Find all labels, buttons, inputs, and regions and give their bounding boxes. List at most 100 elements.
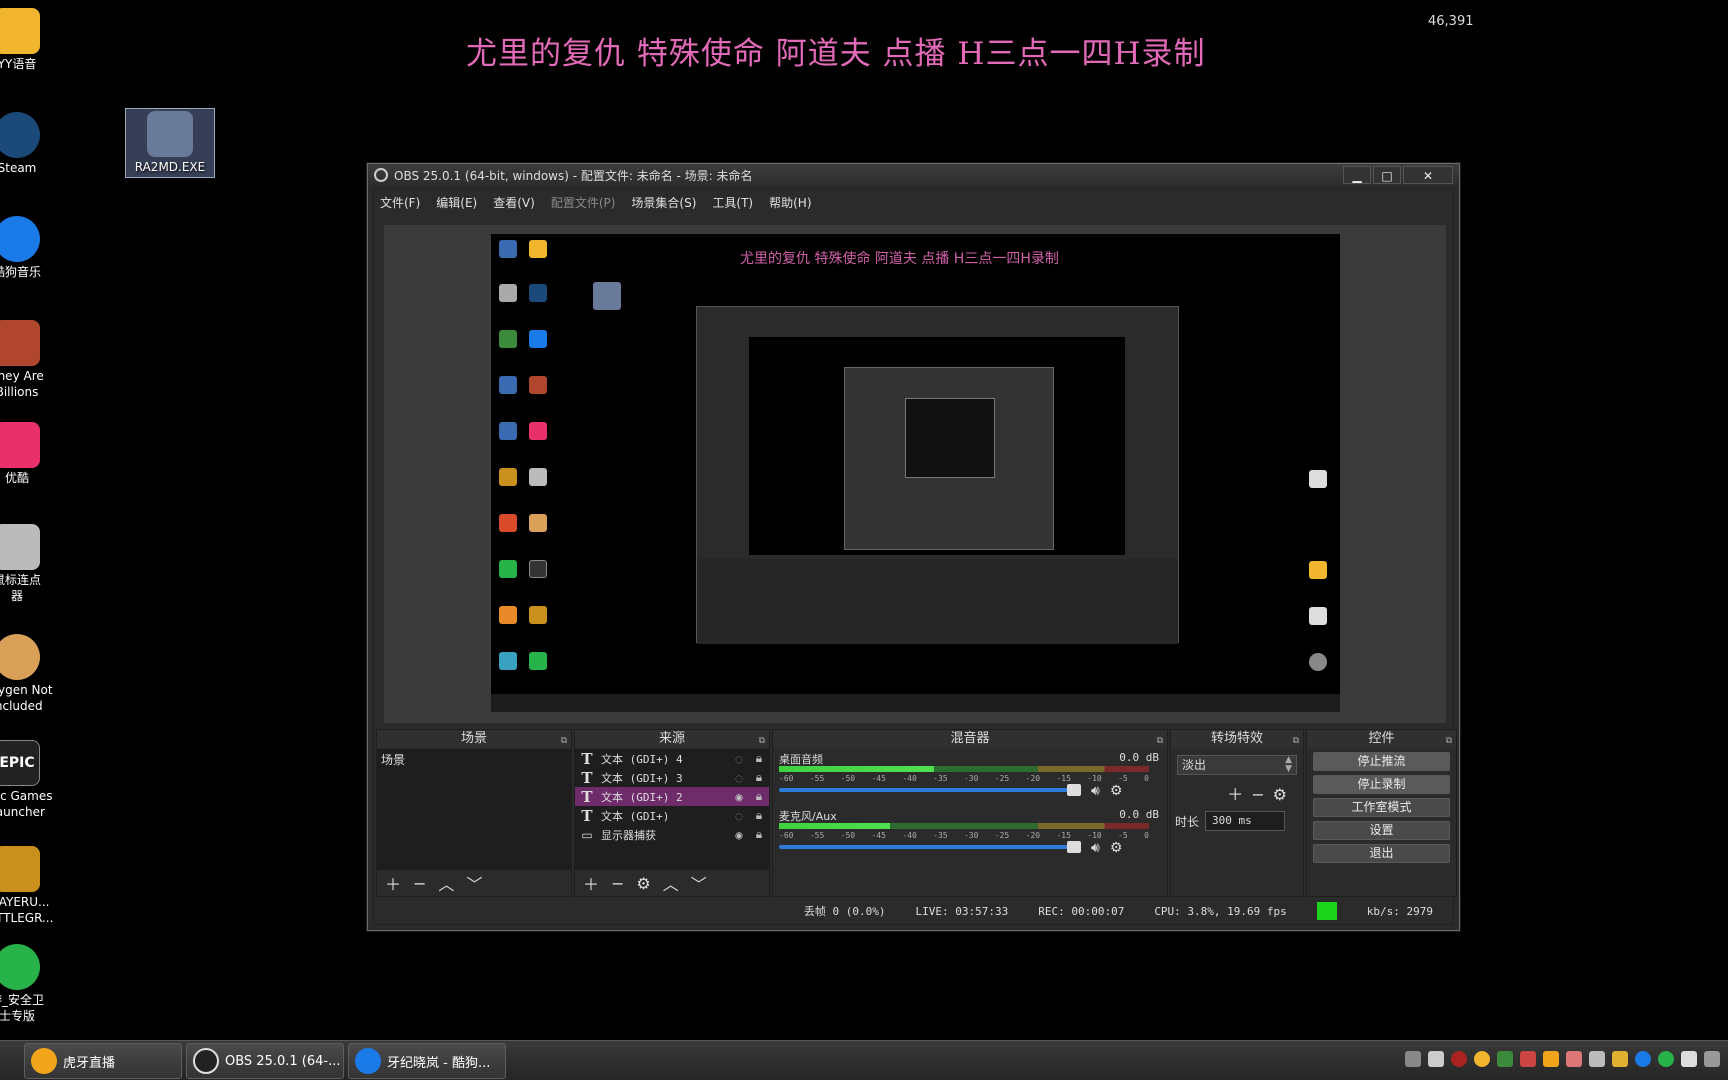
duration-input[interactable]: 300 ms (1205, 811, 1286, 831)
remove-icon[interactable]: − (611, 874, 624, 893)
obs-main: 文件(F) 编辑(E) 查看(V) 配置文件(P) 场景集合(S) 工具(T) … (373, 188, 1457, 925)
speaker-tray-icon[interactable] (1704, 1051, 1720, 1067)
visibility-hidden-icon[interactable]: ◌ (729, 771, 749, 785)
controls-undock-icon[interactable]: ⧉ (1446, 732, 1452, 750)
preview-desktop-icon (1309, 470, 1327, 488)
transition-select[interactable]: 淡出 ▲ ▼ (1177, 755, 1297, 775)
lock-icon[interactable]: 🔒︎ (749, 808, 769, 823)
gear-icon[interactable]: ⚙ (1110, 840, 1123, 856)
desktop-icon-mouse-clicker[interactable]: 鼠标连点 器 (0, 524, 62, 604)
minimize-button[interactable]: ▁ (1343, 166, 1371, 184)
move-up-icon[interactable]: ︿ (438, 871, 454, 895)
preview-desktop-icon (529, 514, 547, 532)
desktop-icon-kugou[interactable]: 酷狗音乐 (0, 216, 62, 280)
stop-streaming-button[interactable]: 停止推流 (1313, 752, 1450, 771)
desktop-icon-youku[interactable]: 优酷 (0, 422, 62, 486)
speaker-icon[interactable]: 🔊︎ (1091, 783, 1100, 799)
meter-scale: -60 -55 -50 -45 -40 -35 -30 -25 -20 -15 -10 -5 0 (779, 831, 1149, 840)
security-tray-icon[interactable] (1658, 1051, 1674, 1067)
menu-tools[interactable]: 工具(T) (712, 194, 753, 211)
pen-icon[interactable] (1428, 1051, 1444, 1067)
remove-icon[interactable]: − (1251, 785, 1272, 804)
preview-canvas[interactable]: 尤里的复仇 特殊使命 阿道夫 点播 H三点一四H录制 (491, 234, 1340, 712)
menu-file[interactable]: 文件(F) (380, 194, 420, 211)
studio-mode-button[interactable]: 工作室模式 (1313, 798, 1450, 817)
kugou-tray-icon[interactable] (1635, 1051, 1651, 1067)
scene-item[interactable]: 场景 (377, 749, 571, 770)
desktop-icon-yy[interactable]: YY语音 (0, 8, 62, 72)
lock-icon[interactable]: 🔒︎ (749, 751, 769, 766)
visibility-hidden-icon[interactable]: ◌ (729, 752, 749, 766)
menu-edit[interactable]: 编辑(E) (436, 194, 477, 211)
add-icon[interactable]: ＋ (583, 871, 599, 895)
scenes-dock-title: 场景 ⧉ (377, 730, 571, 748)
taskbar-kugou[interactable]: 牙纪晓岚 - 酷狗... (348, 1043, 506, 1079)
move-up-icon[interactable]: ︿ (663, 871, 679, 895)
taskbar-obs[interactable]: OBS 25.0.1 (64-... (186, 1043, 344, 1079)
lock-icon[interactable]: 🔒︎ (749, 770, 769, 785)
nvidia-icon[interactable] (1497, 1051, 1513, 1067)
menu-help[interactable]: 帮助(H) (769, 194, 811, 211)
desktop-icon-epic-games[interactable]: EPIC Epic Games Launcher (0, 740, 62, 820)
visibility-icon[interactable]: ◉ (729, 828, 749, 842)
menu-profile[interactable]: 配置文件(P) (551, 194, 616, 211)
preview-nested-obs-window (696, 306, 1179, 644)
source-item[interactable]: T 文本 (GDI+) 4 ◌ 🔒︎ (575, 749, 769, 768)
lock-icon[interactable]: 🔒︎ (749, 827, 769, 842)
maximize-button[interactable]: □ (1373, 166, 1401, 184)
gear-icon[interactable]: ⚙ (1273, 785, 1295, 804)
speaker-icon[interactable]: 🔊︎ (1091, 840, 1100, 856)
gear-icon[interactable]: ⚙ (636, 874, 650, 893)
add-icon[interactable]: ＋ (1227, 785, 1251, 804)
preview-desktop-icon (529, 468, 547, 486)
youku-icon (0, 422, 40, 468)
source-item[interactable]: T 文本 (GDI+) 3 ◌ 🔒︎ (575, 768, 769, 787)
obs-titlebar[interactable]: OBS 25.0.1 (64-bit, windows) - 配置文件: 未命名… (368, 164, 1459, 186)
stop-recording-button[interactable]: 停止录制 (1313, 775, 1450, 794)
preview-desktop-icon (499, 284, 517, 302)
text-icon: T (581, 768, 593, 787)
app-tray-icon[interactable] (1612, 1051, 1628, 1067)
yy-tray-icon[interactable] (1474, 1051, 1490, 1067)
mail-icon[interactable] (1589, 1051, 1605, 1067)
keyboard-icon[interactable] (1405, 1051, 1421, 1067)
volume-tray-icon[interactable] (1520, 1051, 1536, 1067)
source-item[interactable]: ▭ 显示器捕获 ◉ 🔒︎ (575, 825, 769, 844)
settings-button[interactable]: 设置 (1313, 821, 1450, 840)
desktop-icon-steam[interactable]: Steam (0, 112, 62, 176)
mixer-dock-title: 混音器 ⧉ (773, 730, 1167, 748)
visibility-icon[interactable]: ◉ (729, 790, 749, 804)
volume-slider-handle[interactable] (1067, 784, 1081, 796)
menu-scene-collection[interactable]: 场景集合(S) (631, 194, 696, 211)
huya-tray-icon[interactable] (1543, 1051, 1559, 1067)
desktop-icon-they-are-billions[interactable]: They Are Billions (0, 320, 62, 400)
live-timer: LIVE: 03:57:33 (915, 904, 1009, 918)
scenes-undock-icon[interactable]: ⧉ (561, 732, 567, 750)
source-item[interactable]: T 文本 (GDI+) ◌ 🔒︎ (575, 806, 769, 825)
taskbar-huya[interactable]: 虎牙直播 (24, 1043, 182, 1079)
volume-slider-handle[interactable] (1067, 841, 1081, 853)
desktop-icon-ra2md[interactable]: RA2MD.EXE (125, 108, 215, 178)
network-icon[interactable] (1681, 1051, 1697, 1067)
sources-undock-icon[interactable]: ⧉ (759, 732, 765, 750)
add-icon[interactable]: ＋ (385, 871, 401, 895)
transitions-undock-icon[interactable]: ⧉ (1293, 732, 1299, 750)
volume-slider[interactable] (779, 841, 1081, 853)
move-down-icon[interactable]: ﹀ (691, 871, 707, 895)
move-down-icon[interactable]: ﹀ (466, 871, 482, 895)
remove-icon[interactable]: − (413, 874, 426, 893)
volume-slider[interactable] (779, 784, 1081, 796)
lock-icon[interactable]: 🔒︎ (749, 789, 769, 804)
desktop-icon-pubg[interactable]: PLAYERU... BATTLEGR... (0, 846, 62, 926)
app-tray-icon[interactable] (1451, 1051, 1467, 1067)
exit-button[interactable]: 退出 (1313, 844, 1450, 863)
visibility-hidden-icon[interactable]: ◌ (729, 809, 749, 823)
gear-icon[interactable]: ⚙ (1110, 783, 1123, 799)
mixer-undock-icon[interactable]: ⧉ (1157, 732, 1163, 750)
app-tray-icon[interactable] (1566, 1051, 1582, 1067)
desktop-icon-oxygen-not-included[interactable]: Oxygen Not Included (0, 634, 62, 714)
source-item-selected[interactable]: T 文本 (GDI+) 2 ◉ 🔒︎ (575, 787, 769, 806)
close-button[interactable]: ✕ (1403, 166, 1453, 184)
menu-view[interactable]: 查看(V) (493, 194, 535, 211)
desktop-icon-security-guard[interactable]: 游_安全卫 士专版 (0, 944, 62, 1024)
